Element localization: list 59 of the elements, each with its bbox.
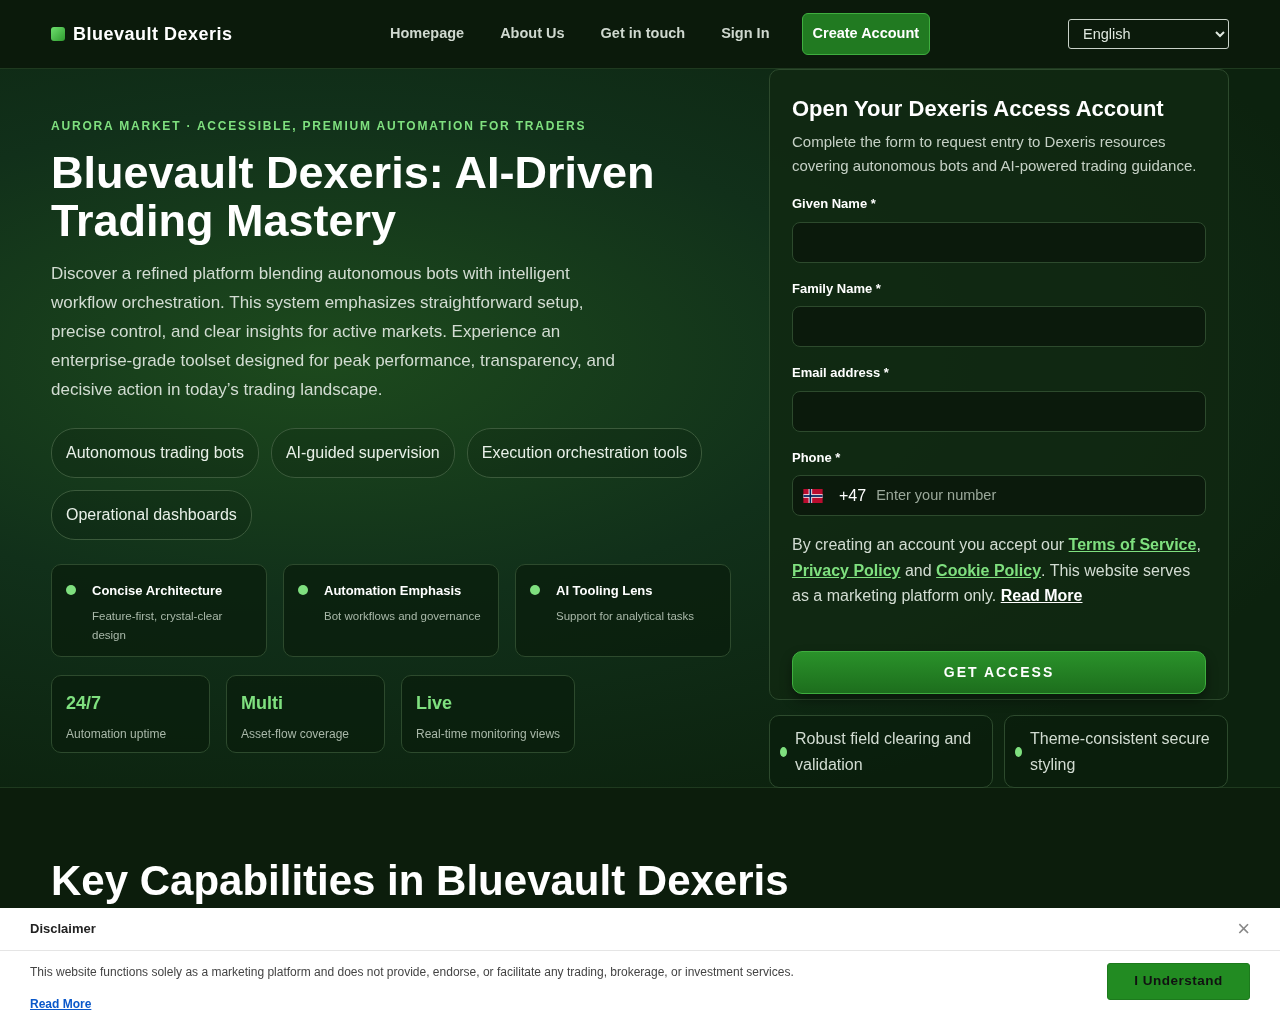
- section-title: Key Capabilities in Bluevault Dexeris: [50, 856, 790, 906]
- form-intro: Complete the form to request entry to Dexeris resources covering autonomous bots and AI-powered trading guidance.: [792, 132, 1198, 177]
- stat-label: Asset-flow coverage: [241, 726, 351, 743]
- field-label: Given Name *: [792, 195, 877, 214]
- disclaimer-text: This website functions solely as a marketing platform and does not provide, endorse, or facilitate any trading, brokerage, or investment services.: [30, 964, 794, 981]
- feature-pill: AI-guided supervision: [270, 428, 455, 478]
- hero-title: Bluevault Dexeris: AI-Driven Trading Mastery: [51, 149, 656, 245]
- read-more-link[interactable]: Read More: [30, 995, 92, 1013]
- logo-icon: [51, 27, 65, 41]
- nav-link[interactable]: Sign In: [711, 15, 780, 53]
- eyebrow-text: AURORA MARKET · ACCESSIBLE, PREMIUM AUTOMATION FOR TRADERS: [51, 118, 588, 135]
- status-dot-icon: [298, 585, 308, 595]
- country-code[interactable]: +47: [839, 483, 867, 508]
- stat-value: 24/7: [66, 692, 103, 715]
- feature-text: Feature-first, crystal-clear design: [92, 608, 224, 643]
- stat-value: Live: [416, 692, 454, 715]
- get-access-button[interactable]: GET ACCESS: [792, 650, 1206, 694]
- form-title: Open Your Dexeris Access Account: [792, 96, 1165, 123]
- field-label: Family Name *: [792, 279, 882, 298]
- feature-title: Concise Architecture: [92, 582, 224, 600]
- create-account-button[interactable]: Create Account: [801, 13, 931, 55]
- feature-title: Automation Emphasis: [324, 582, 463, 600]
- stat-label: Automation uptime: [66, 726, 168, 743]
- language-select[interactable]: English: [1068, 19, 1229, 49]
- disclaimer-title: Disclaimer: [30, 920, 96, 939]
- note-text: Robust field clearing and validation: [795, 728, 973, 775]
- field-label: Email address *: [792, 364, 890, 383]
- flag-icon[interactable]: [803, 488, 823, 503]
- stat-label: Real-time monitoring views: [416, 726, 561, 743]
- hero-description: Discover a refined platform blending autonomous bots with intelligent workflow orchestration. This system emphasizes straightforward setup, precise control, and clear insights for active markets. Experience an enterprise-grade toolset designed for peak performance, transparency, and decisive action in today’s trading landscape.: [51, 263, 616, 401]
- close-button[interactable]: ×: [1237, 918, 1250, 940]
- feature-title: AI Tooling Lens: [556, 582, 654, 600]
- input-field[interactable]: [792, 390, 1206, 432]
- feature-text: Bot workflows and governance: [324, 608, 481, 624]
- phone-input[interactable]: Enter your number: [874, 484, 1195, 508]
- status-dot-icon: [66, 585, 76, 595]
- policy-link[interactable]: Terms of Service: [1068, 536, 1197, 554]
- policy-link[interactable]: Privacy Policy: [792, 561, 901, 579]
- read-more-link[interactable]: Read More: [1000, 587, 1083, 605]
- nav-link[interactable]: Homepage: [380, 15, 475, 53]
- note-text: Theme-consistent secure styling: [1030, 728, 1211, 775]
- input-field[interactable]: [792, 306, 1206, 348]
- status-dot-icon: [530, 585, 540, 595]
- nav-link[interactable]: Get in touch: [590, 15, 696, 53]
- status-dot-icon: [780, 746, 787, 757]
- field-label: Phone *: [792, 448, 842, 467]
- nav-link[interactable]: About Us: [490, 15, 575, 53]
- phone-field[interactable]: +47 Enter your number: [792, 475, 1206, 517]
- feature-pill: Operational dashboards: [51, 490, 252, 540]
- feature-pill: Autonomous trading bots: [51, 428, 259, 478]
- stat-value: Multi: [241, 692, 284, 715]
- policy-link[interactable]: Cookie Policy: [936, 561, 1042, 579]
- brand-name[interactable]: Bluevault Dexeris: [73, 20, 233, 48]
- status-dot-icon: [1015, 746, 1022, 757]
- understand-button[interactable]: I Understand: [1107, 963, 1250, 1000]
- input-field[interactable]: [792, 221, 1206, 263]
- feature-text: Support for analytical tasks: [556, 608, 695, 624]
- feature-pill: Execution orchestration tools: [466, 428, 703, 478]
- consent-text: By creating an account you accept our Terms of Service, Privacy Policy and Cookie Policy. This website serves as a marketing platform only. Read More: [792, 535, 1202, 607]
